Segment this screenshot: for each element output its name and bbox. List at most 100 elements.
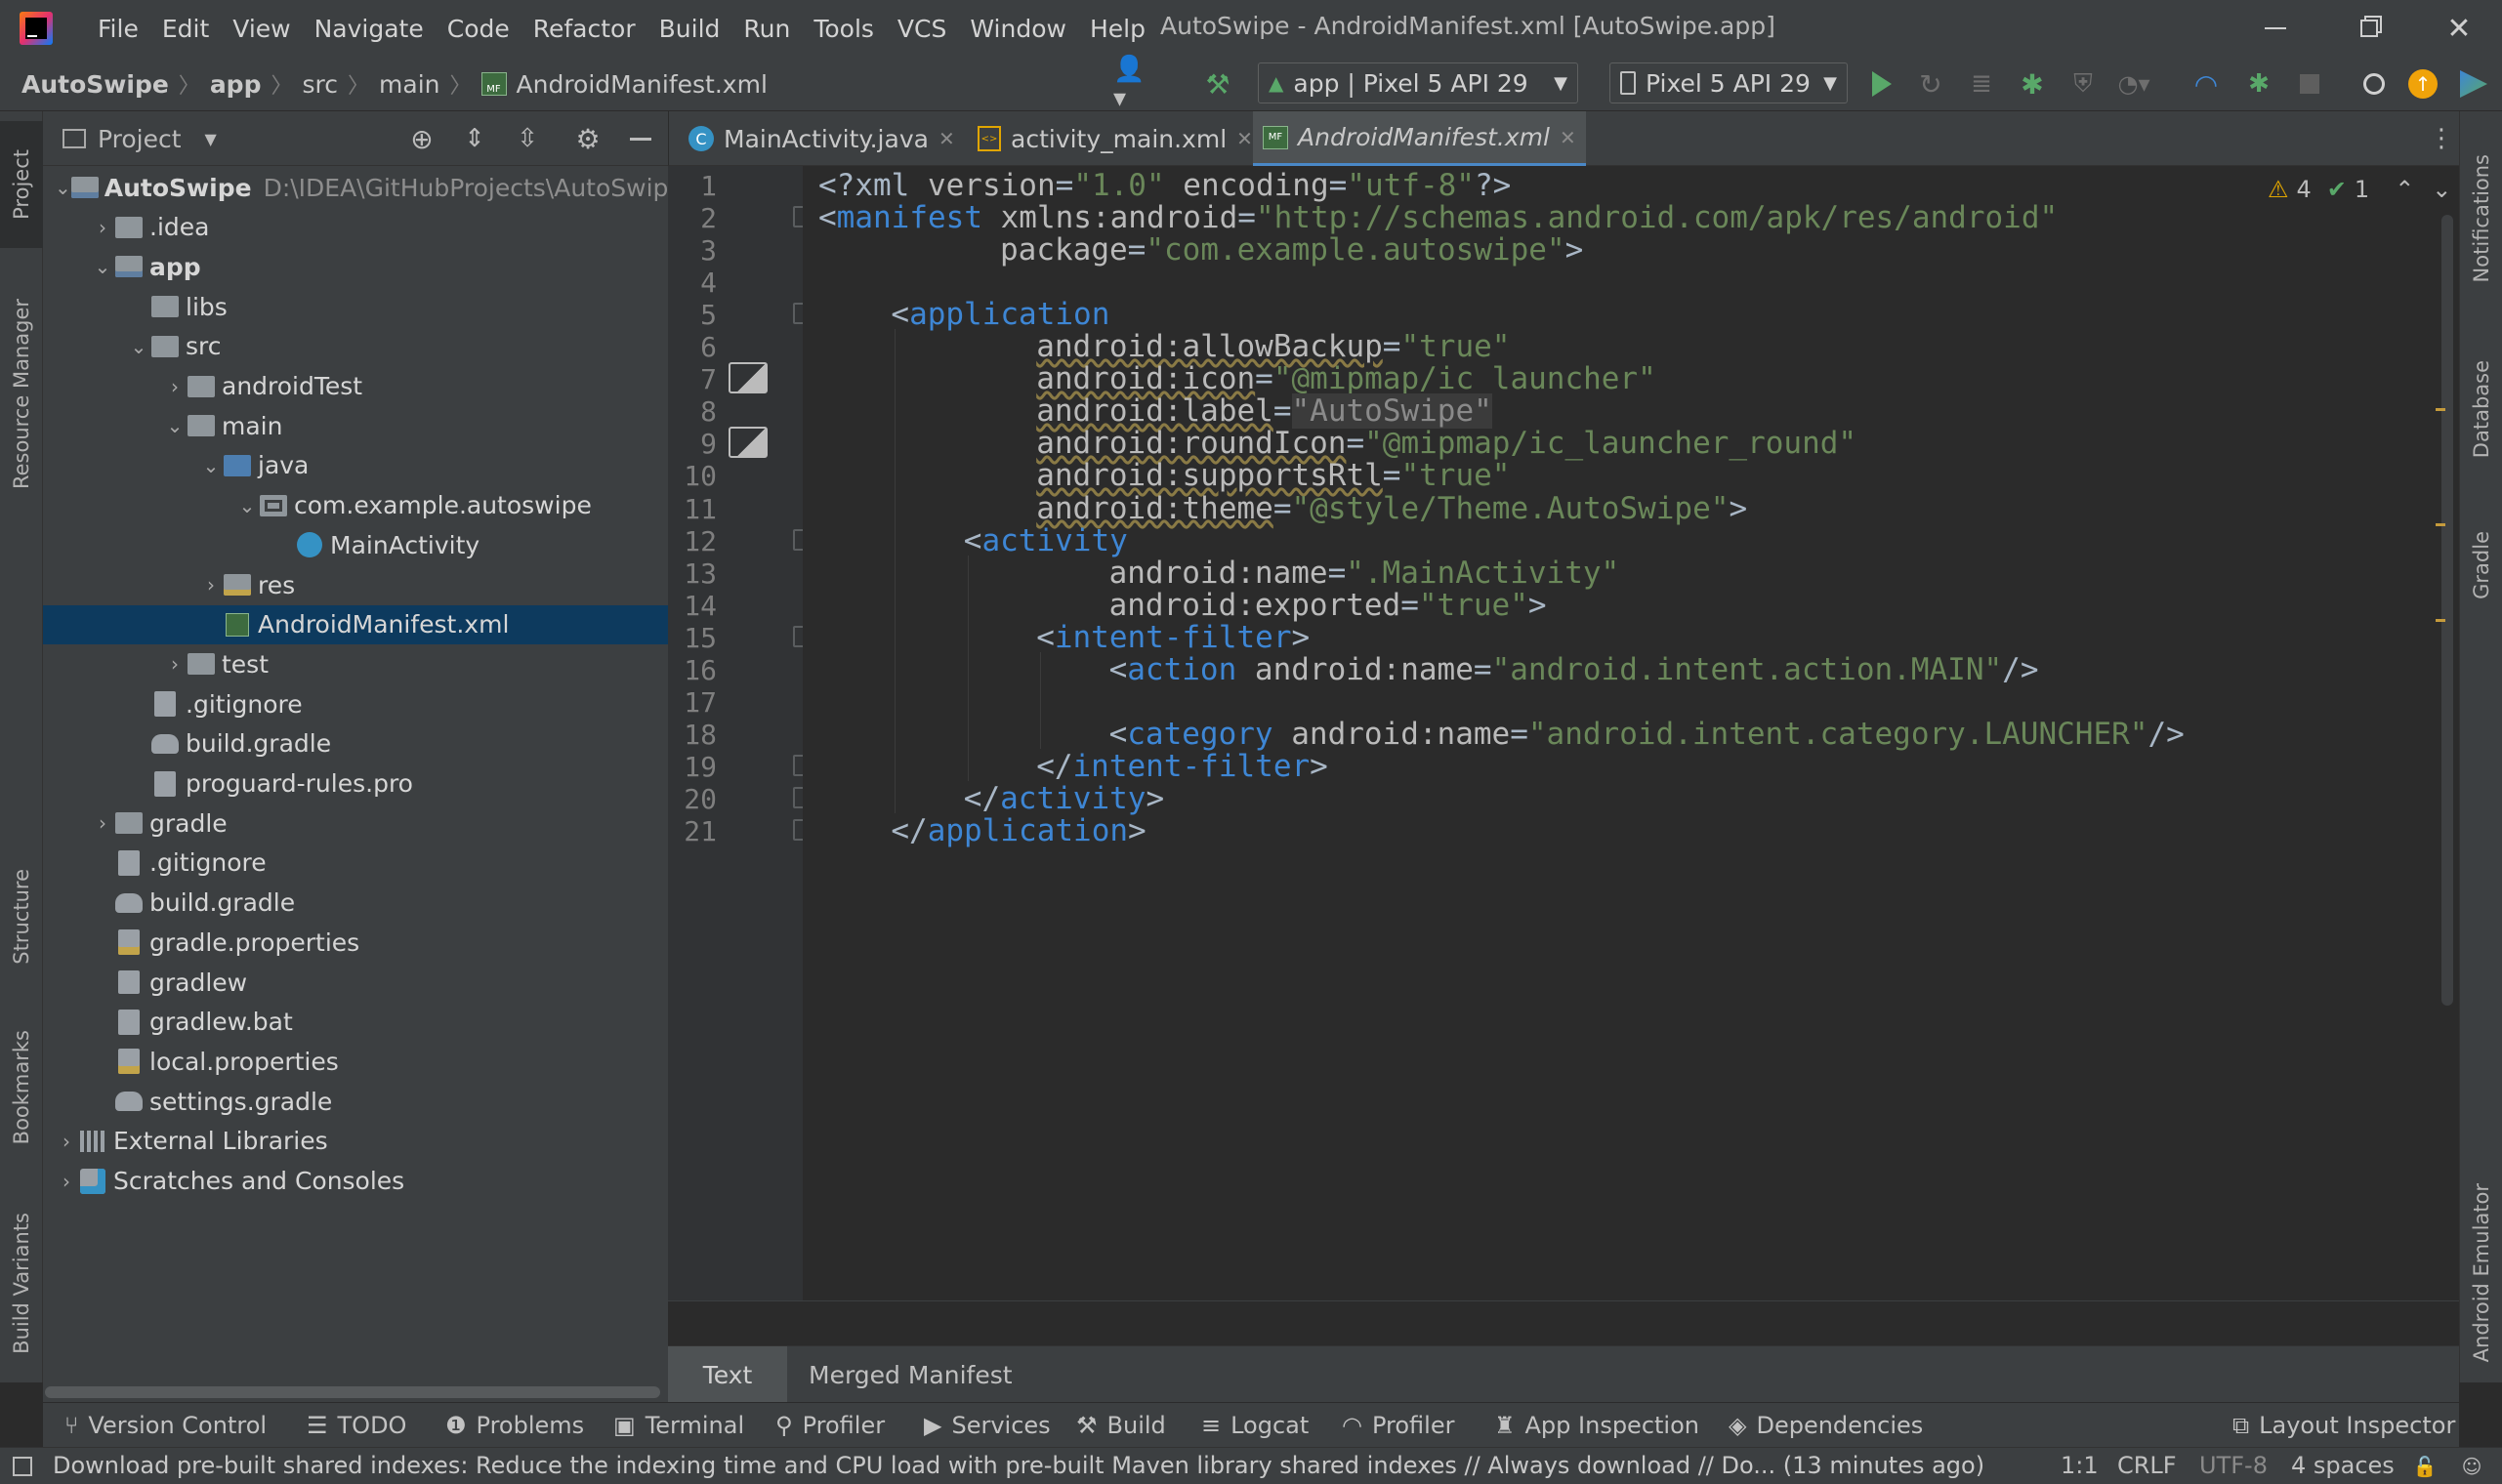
text-view-tab[interactable]: Text	[668, 1346, 787, 1403]
caret-position[interactable]: 1:1	[2061, 1452, 2099, 1479]
chevron-right-icon[interactable]: ›	[91, 811, 114, 835]
chevron-right-icon[interactable]: ›	[163, 375, 187, 398]
apply-code-changes-button[interactable]: ≣	[1963, 65, 2000, 103]
code-line[interactable]: android:label="AutoSwipe"	[1036, 393, 1492, 430]
warning-stripe-mark[interactable]	[2436, 523, 2445, 526]
tab-activity-main-xml[interactable]: <> activity_main.xml ✕	[968, 111, 1263, 166]
chevron-right-icon[interactable]: ›	[55, 1170, 78, 1193]
code-line[interactable]: <category android:name="android.intent.c…	[1109, 717, 2185, 752]
close-window-button[interactable]: ✕	[2412, 0, 2502, 57]
menu-file[interactable]: File	[86, 15, 150, 43]
toggle-tool-windows-button[interactable]	[10, 1454, 35, 1479]
chevron-right-icon[interactable]: ›	[199, 573, 223, 597]
build-project-button[interactable]: ⚒	[1199, 65, 1236, 103]
apply-changes-restart-button[interactable]: ↻	[1912, 65, 1949, 103]
tree-node[interactable]: local.properties	[43, 1042, 668, 1081]
version-control-tool-button[interactable]: ⑂ Version Control	[64, 1403, 267, 1448]
scrollbar-thumb[interactable]	[2441, 215, 2453, 1006]
indent-setting[interactable]: 4 spaces	[2291, 1452, 2395, 1479]
code-line[interactable]: </application>	[891, 813, 1146, 848]
breadcrumb-app[interactable]: app	[210, 70, 262, 99]
tree-node[interactable]: › .idea	[43, 208, 668, 247]
notifications-tool-tab[interactable]: Notifications	[2460, 121, 2502, 316]
chevron-down-icon[interactable]: ⌄	[55, 176, 71, 199]
bookmarks-tool-tab[interactable]: Bookmarks	[0, 1010, 43, 1166]
tree-node[interactable]: .gitignore	[43, 844, 668, 883]
code-line[interactable]: <application	[891, 297, 1109, 332]
code-line[interactable]: package="com.example.autoswipe">	[1000, 232, 1583, 268]
dependencies-tool-button[interactable]: ◈ Dependencies	[1729, 1403, 1923, 1448]
menu-vcs[interactable]: VCS	[886, 15, 958, 43]
code-line[interactable]: <?xml version="1.0" encoding="utf-8"?>	[818, 168, 1511, 203]
tree-node[interactable]: libs	[43, 287, 668, 326]
menu-tools[interactable]: Tools	[802, 15, 886, 43]
menu-build[interactable]: Build	[647, 15, 732, 43]
services-tool-button[interactable]: ▶ Services	[924, 1403, 1051, 1448]
tree-node[interactable]: ⌄ AutoSwipe D:\IDEA\GitHubProjects\AutoSwi…	[43, 168, 668, 207]
todo-tool-button[interactable]: ☰ TODO	[307, 1403, 406, 1448]
minimize-button[interactable]	[2229, 0, 2322, 57]
plugin-logo-button[interactable]	[2455, 65, 2492, 103]
chevron-down-icon[interactable]: ⌄	[127, 335, 150, 358]
editor-vertical-scrollbar[interactable]	[2439, 215, 2455, 1054]
terminal-tool-button[interactable]: ▣ Terminal	[613, 1403, 744, 1448]
menu-window[interactable]: Window	[958, 15, 1078, 43]
code-line[interactable]: android:exported="true">	[1109, 588, 1547, 623]
tab-mainactivity-java[interactable]: C MainActivity.java ✕	[679, 111, 965, 166]
chevron-down-icon[interactable]: ⌄	[163, 414, 187, 437]
tree-node[interactable]: .gitignore	[43, 684, 668, 723]
code-line[interactable]: android:allowBackup="true"	[1036, 329, 1510, 364]
code-line[interactable]: android:name=".MainActivity"	[1109, 556, 1620, 591]
profile-button[interactable]: ◔▾	[2115, 65, 2152, 103]
close-tab-icon[interactable]: ✕	[938, 127, 955, 150]
line-separator[interactable]: CRLF	[2117, 1452, 2177, 1479]
breadcrumb-src[interactable]: src	[303, 70, 339, 99]
tree-node[interactable]: build.gradle	[43, 884, 668, 923]
database-tool-tab[interactable]: Database	[2460, 336, 2502, 482]
status-message[interactable]: Download pre-built shared indexes: Reduc…	[53, 1452, 1984, 1479]
app-inspection-tool-button[interactable]: ♜ App Inspection	[1494, 1403, 1699, 1448]
collapse-all-button[interactable]: ⇳	[510, 121, 545, 156]
tree-node[interactable]: › res	[43, 565, 668, 604]
tree-horizontal-scrollbar[interactable]	[43, 1382, 668, 1402]
code-line[interactable]: android:supportsRtl="true"	[1036, 458, 1510, 493]
run-configuration-select[interactable]: ▲ app | Pixel 5 API 29 ▼	[1258, 62, 1578, 103]
close-tab-icon[interactable]: ✕	[1560, 126, 1576, 149]
tree-node[interactable]: › External Libraries	[43, 1122, 668, 1161]
code-line[interactable]: android:theme="@style/Theme.AutoSwipe">	[1036, 491, 1747, 526]
chevron-down-icon[interactable]: ⌄	[2432, 176, 2451, 203]
code-line[interactable]: <activity	[964, 523, 1128, 558]
menu-navigate[interactable]: Navigate	[303, 15, 436, 43]
menu-view[interactable]: View	[221, 15, 302, 43]
close-tab-icon[interactable]: ✕	[1236, 127, 1253, 150]
tree-node[interactable]: ⌄ java	[43, 446, 668, 485]
menu-run[interactable]: Run	[731, 15, 802, 43]
tree-node[interactable]: AndroidManifest.xml	[43, 604, 668, 644]
warning-stripe-mark[interactable]	[2436, 619, 2445, 622]
code-line[interactable]: <action android:name="android.intent.act…	[1109, 652, 2039, 687]
code-line[interactable]: <intent-filter>	[1036, 620, 1310, 655]
problems-tool-button[interactable]: ❶ Problems	[445, 1403, 584, 1448]
tree-node[interactable]: build.gradle	[43, 724, 668, 763]
stop-button[interactable]	[2291, 65, 2328, 103]
breadcrumb-project[interactable]: AutoSwipe	[21, 70, 169, 99]
tree-node[interactable]: › Scratches and Consoles	[43, 1162, 668, 1201]
tabs-menu-button[interactable]: ⋮	[2427, 121, 2456, 156]
run-button[interactable]	[1863, 65, 1900, 103]
tree-node[interactable]: ⌄ app	[43, 247, 668, 286]
code-line[interactable]: android:roundIcon="@mipmap/ic_launcher_r…	[1036, 426, 1856, 461]
read-only-toggle[interactable]: 🔓	[2412, 1454, 2438, 1479]
android-emulator-tool-tab[interactable]: Android Emulator	[2460, 1156, 2502, 1390]
tree-node[interactable]: › androidTest	[43, 367, 668, 406]
tab-androidmanifest-xml[interactable]: MF AndroidManifest.xml ✕	[1253, 111, 1586, 166]
breadcrumb-file[interactable]: AndroidManifest.xml	[517, 70, 768, 99]
chevron-right-icon[interactable]: ›	[55, 1130, 78, 1153]
chevron-right-icon[interactable]: ›	[91, 216, 114, 239]
tree-node[interactable]: gradlew.bat	[43, 1003, 668, 1042]
tree-node[interactable]: ⌄ main	[43, 406, 668, 445]
inspection-widget[interactable]: ⚠ 4 ✔ 1 ⌃ ⌄	[2268, 176, 2451, 203]
tree-node[interactable]: settings.gradle	[43, 1082, 668, 1121]
merged-manifest-tab[interactable]: Merged Manifest	[797, 1346, 1024, 1403]
code-editor[interactable]: ⚠ 4 ✔ 1 ⌃ ⌄ <?xml version="1.0" encoding…	[803, 166, 2459, 1300]
code-line[interactable]: <manifest xmlns:android="http://schemas.…	[818, 200, 2058, 235]
